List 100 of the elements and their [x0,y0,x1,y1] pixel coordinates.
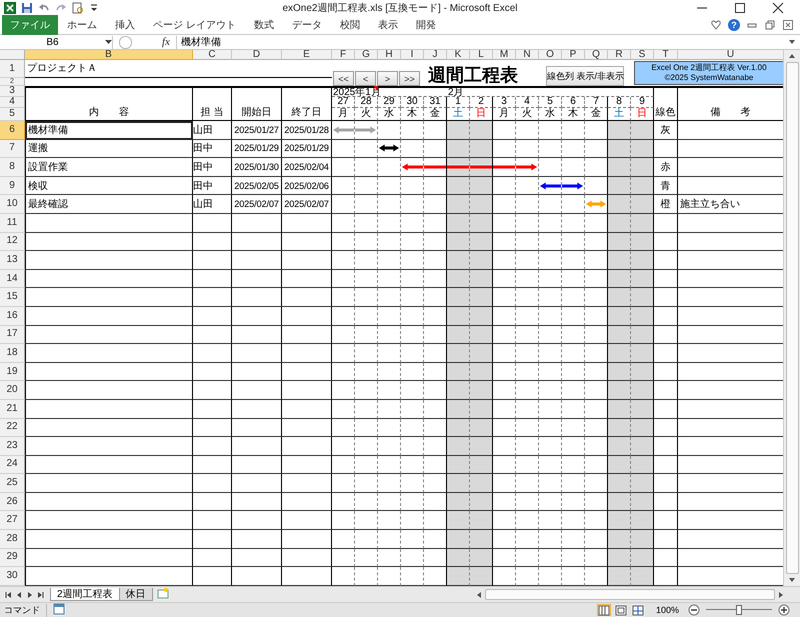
column-header[interactable]: B [25,50,193,60]
caret-icon[interactable] [105,40,112,45]
column-header[interactable]: Q [585,50,608,60]
row-header[interactable]: 24 [0,456,25,474]
formula-field[interactable]: 機材準備 [176,36,784,49]
print-preview-icon[interactable] [72,2,84,14]
row-header[interactable]: 30 [0,567,25,586]
row-header[interactable]: 9 [0,176,25,196]
zoom-level[interactable]: 100% [656,605,679,615]
column-header[interactable]: M [493,50,516,60]
row-header[interactable]: 18 [0,344,25,363]
column-header[interactable]: G [355,50,378,60]
last-sheet-icon[interactable] [37,590,45,600]
view-button[interactable] [630,604,645,616]
column-header[interactable]: N [516,50,539,60]
scroll-left-icon[interactable] [475,590,483,598]
vertical-scrollbar[interactable] [783,50,800,586]
column-header[interactable]: K [447,50,470,60]
row-header[interactable]: 23 [0,437,25,456]
function-button[interactable]: fx [162,36,170,48]
column-header[interactable]: I [401,50,424,60]
ribbon-tab[interactable]: ページ レイアウト [144,16,245,34]
row-header[interactable]: 26 [0,492,25,512]
column-header[interactable]: T [654,50,678,60]
ribbon-tab[interactable]: 開発 [406,16,445,34]
nav-button[interactable]: < [355,71,376,86]
row-header[interactable]: 1 [0,60,25,78]
scroll-up-icon[interactable] [788,52,796,60]
scroll-down-icon[interactable] [788,576,796,584]
task-name[interactable]: 機材準備 [25,121,193,140]
row-header[interactable]: 19 [0,362,25,382]
insert-sheet-icon[interactable] [156,586,169,598]
task-name[interactable]: 運搬 [25,140,193,158]
sheet-tab[interactable]: 2週間工程表 [50,588,120,601]
ribbon-tab[interactable]: 校閲 [330,16,369,34]
ribbon-tab[interactable]: ファイル [2,15,58,36]
sheet-tab[interactable]: 休日 [118,588,153,601]
row-header[interactable]: 17 [0,326,25,344]
column-header[interactable]: F [332,50,355,60]
row-header[interactable]: 29 [0,548,25,568]
heart-icon[interactable] [710,19,722,32]
row-header[interactable]: 10 [0,195,25,214]
toggle-button[interactable]: 線色列 表示/非表示 [546,66,624,86]
row-header[interactable]: 8 [0,158,25,177]
row-header[interactable]: 21 [0,400,25,418]
restore-icon[interactable] [764,19,776,32]
macro-icon[interactable] [53,603,65,615]
ribbon-tab[interactable]: 挿入 [106,16,144,34]
nav-button[interactable]: > [377,71,398,86]
task-name[interactable]: 検収 [25,176,193,196]
ribbon-tab[interactable]: 数式 [244,16,283,34]
maximize-icon[interactable] [734,2,746,14]
row-header[interactable]: 22 [0,418,25,438]
column-header[interactable]: P [562,50,585,60]
ribbon-tab[interactable]: 表示 [368,16,407,34]
row-header[interactable]: 20 [0,381,25,400]
column-header[interactable]: C [193,50,232,60]
ribbon-tab[interactable]: データ [282,16,331,34]
row-header[interactable]: 28 [0,530,25,549]
help-button[interactable]: ? [728,19,740,32]
nav-button[interactable]: << [333,71,354,86]
column-header[interactable]: H [378,50,401,60]
first-sheet-icon[interactable] [4,590,12,600]
task-name[interactable]: 最終確認 [25,195,193,214]
spreadsheet-icon[interactable] [4,2,16,14]
row-header[interactable]: 16 [0,306,25,326]
view-button[interactable] [614,604,628,616]
task-name[interactable]: 設置作業 [25,158,193,177]
nav-button[interactable]: >> [399,71,420,86]
row-header[interactable]: 15 [0,288,25,307]
column-header[interactable]: U [678,50,784,60]
scroll-thumb[interactable] [786,62,798,574]
caret-icon[interactable] [787,38,797,46]
row-header[interactable]: 5 [0,108,25,121]
row-header[interactable]: 13 [0,251,25,270]
column-header[interactable]: S [631,50,654,60]
row-header[interactable]: 4 [0,97,25,108]
row-header[interactable]: 27 [0,511,25,530]
save-icon[interactable] [21,2,33,14]
column-header[interactable]: J [424,50,447,60]
view-button[interactable] [596,604,611,616]
column-header[interactable]: R [608,50,631,60]
column-header[interactable]: E [282,50,332,60]
slider-thumb[interactable] [736,605,742,615]
row-header[interactable]: 6 [0,121,25,140]
column-header[interactable]: D [232,50,282,60]
previous-sheet-icon[interactable] [15,590,23,600]
column-header[interactable]: O [539,50,562,60]
next-sheet-icon[interactable] [26,590,34,600]
ribbon-tab[interactable]: ホーム [58,16,106,34]
close-icon[interactable] [772,2,784,14]
row-header[interactable]: 12 [0,232,25,252]
row-header[interactable]: 11 [0,214,25,233]
row-header[interactable]: 7 [0,140,25,158]
name-box[interactable]: B6 [0,36,113,49]
scroll-right-icon[interactable] [777,590,785,598]
zoom-in-icon[interactable] [778,604,790,616]
row-header[interactable]: 25 [0,474,25,493]
row-header[interactable]: 3 [0,86,25,97]
row-header[interactable]: 14 [0,270,25,288]
